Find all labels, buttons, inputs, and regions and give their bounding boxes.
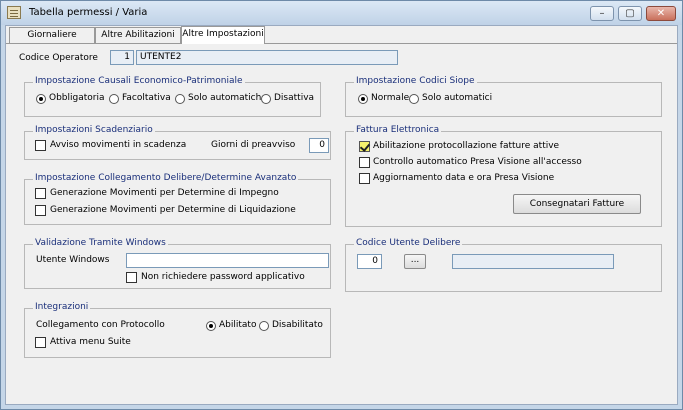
abilitazione-protocollazione-label: Abilitazione protocollazione fatture att…	[373, 141, 560, 151]
controllo-presa-visione-label: Controllo automatico Presa Visione all'a…	[373, 157, 582, 167]
delibere-group-title: Impostazione Collegamento Delibere/Deter…	[33, 173, 299, 183]
codice-delibere-description-field	[452, 254, 614, 269]
determine-impegno-checkbox[interactable]	[35, 188, 46, 199]
codice-delibere-field[interactable]: 0	[357, 254, 382, 269]
windows-group: Validazione Tramite Windows Utente Windo…	[24, 238, 331, 289]
windows-group-title: Validazione Tramite Windows	[33, 238, 168, 248]
abilitazione-protocollazione-checkbox[interactable]	[359, 141, 370, 152]
codice-delibere-group: Codice Utente Delibere 0 ...	[345, 238, 662, 292]
radio-normale[interactable]	[358, 94, 368, 104]
determine-impegno-label: Generazione Movimenti per Determine di I…	[50, 188, 279, 198]
siope-group-title: Impostazione Codici Siope	[354, 76, 477, 86]
radio-facoltativa[interactable]	[109, 94, 119, 104]
non-richiedere-password-label: Non richiedere password applicativo	[141, 272, 305, 282]
radio-abilitato-label: Abilitato	[219, 320, 257, 330]
consegnatari-fatture-button[interactable]: Consegnatari Fatture	[513, 194, 641, 214]
delibere-group: Impostazione Collegamento Delibere/Deter…	[24, 173, 331, 225]
radio-solo-automatiche[interactable]	[175, 94, 185, 104]
aggiornamento-data-label: Aggiornamento data e ora Presa Visione	[373, 173, 555, 183]
controllo-presa-visione-checkbox[interactable]	[359, 157, 370, 168]
collegamento-protocollo-label: Collegamento con Protocollo	[36, 320, 165, 330]
utente-windows-label: Utente Windows	[36, 255, 110, 265]
tab-divider	[6, 43, 677, 44]
avviso-movimenti-label: Avviso movimenti in scadenza	[50, 140, 187, 150]
radio-solo-automatici-label: Solo automatici	[422, 93, 493, 103]
minimize-button[interactable]: –	[590, 6, 614, 21]
window-title: Tabella permessi / Varia	[29, 7, 148, 18]
operator-code-field: 1	[110, 50, 134, 65]
maximize-button[interactable]: ▢	[618, 6, 642, 21]
determine-liquidazione-label: Generazione Movimenti per Determine di L…	[50, 205, 296, 215]
radio-disabilitato-label: Disabilitato	[272, 320, 323, 330]
codice-operatore-label: Codice Operatore	[19, 53, 98, 63]
siope-group: Impostazione Codici Siope Normale Solo a…	[345, 76, 662, 117]
tab-altre-impostazioni[interactable]: Altre Impostazioni	[181, 26, 265, 44]
radio-disattiva-label: Disattiva	[274, 93, 315, 103]
aggiornamento-data-checkbox[interactable]	[359, 173, 370, 184]
operator-name-field: UTENTE2	[136, 50, 398, 65]
radio-disattiva[interactable]	[261, 94, 271, 104]
codice-delibere-group-title: Codice Utente Delibere	[354, 238, 463, 248]
tab-giornaliere[interactable]: Giornaliere	[9, 27, 95, 43]
determine-liquidazione-checkbox[interactable]	[35, 205, 46, 216]
radio-solo-automatiche-label: Solo automatiche	[188, 93, 267, 103]
radio-abilitato[interactable]	[206, 321, 216, 331]
fattura-group: Fattura Elettronica Abilitazione protoco…	[345, 125, 662, 227]
avviso-movimenti-checkbox[interactable]	[35, 140, 46, 151]
content-panel: Giornaliere Altre Abilitazioni Altre Imp…	[5, 25, 678, 405]
integrazioni-group: Integrazioni Collegamento con Protocollo…	[24, 302, 331, 358]
radio-solo-automatici[interactable]	[409, 94, 419, 104]
radio-obbligatoria-label: Obbligatoria	[49, 93, 105, 103]
radio-normale-label: Normale	[371, 93, 410, 103]
non-richiedere-password-checkbox[interactable]	[126, 272, 137, 283]
attiva-menu-suite-label: Attiva menu Suite	[50, 337, 131, 347]
causali-group: Impostazione Causali Economico-Patrimoni…	[24, 76, 321, 117]
radio-facoltativa-label: Facoltativa	[122, 93, 171, 103]
scadenziario-group: Impostazioni Scadenziario Avviso movimen…	[24, 125, 331, 160]
close-button[interactable]: ✕	[646, 6, 676, 21]
main-window: Tabella permessi / Varia – ▢ ✕ Giornalie…	[0, 0, 683, 410]
utente-windows-field[interactable]	[126, 253, 329, 268]
integrazioni-group-title: Integrazioni	[33, 302, 91, 312]
radio-disabilitato[interactable]	[259, 321, 269, 331]
radio-obbligatoria[interactable]	[36, 94, 46, 104]
codice-delibere-browse-button[interactable]: ...	[404, 254, 426, 269]
title-bar[interactable]: Tabella permessi / Varia – ▢ ✕	[1, 1, 682, 25]
giorni-preavviso-field[interactable]: 0	[309, 138, 329, 153]
causali-group-title: Impostazione Causali Economico-Patrimoni…	[33, 76, 245, 86]
tab-altre-abilitazioni[interactable]: Altre Abilitazioni	[95, 27, 181, 43]
scadenziario-group-title: Impostazioni Scadenziario	[33, 125, 155, 135]
attiva-menu-suite-checkbox[interactable]	[35, 337, 46, 348]
fattura-group-title: Fattura Elettronica	[354, 125, 442, 135]
giorni-preavviso-label: Giorni di preavviso	[211, 140, 296, 150]
app-icon	[7, 6, 21, 19]
